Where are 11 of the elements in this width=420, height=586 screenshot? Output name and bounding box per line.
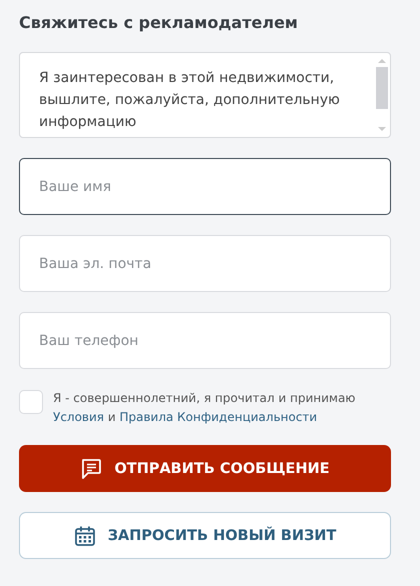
consent-text: Я - совершеннолетний, я прочитал и принимаю Условия и Правила Конфиденциальности: [53, 390, 356, 426]
request-visit-button[interactable]: ЗАПРОСИТЬ НОВЫЙ ВИЗИТ: [19, 512, 391, 559]
link[interactable]: Правила Конфиденциальности: [119, 410, 318, 424]
message-field[interactable]: Я заинтересован в этой недвижимости, вышлите, пожалуйста, дополнительную информацию: [19, 52, 391, 138]
send-message-button[interactable]: ОТПРАВИТЬ СООБЩЕНИЕ: [19, 445, 391, 492]
form-title: Свяжитесь с рекламодателем: [19, 13, 299, 32]
input-field[interactable]: Ваше имя: [19, 158, 391, 215]
link[interactable]: Условия: [53, 410, 104, 424]
checkbox[interactable]: [19, 390, 43, 414]
chat-icon: [80, 458, 102, 480]
calendar-icon: [74, 524, 96, 546]
